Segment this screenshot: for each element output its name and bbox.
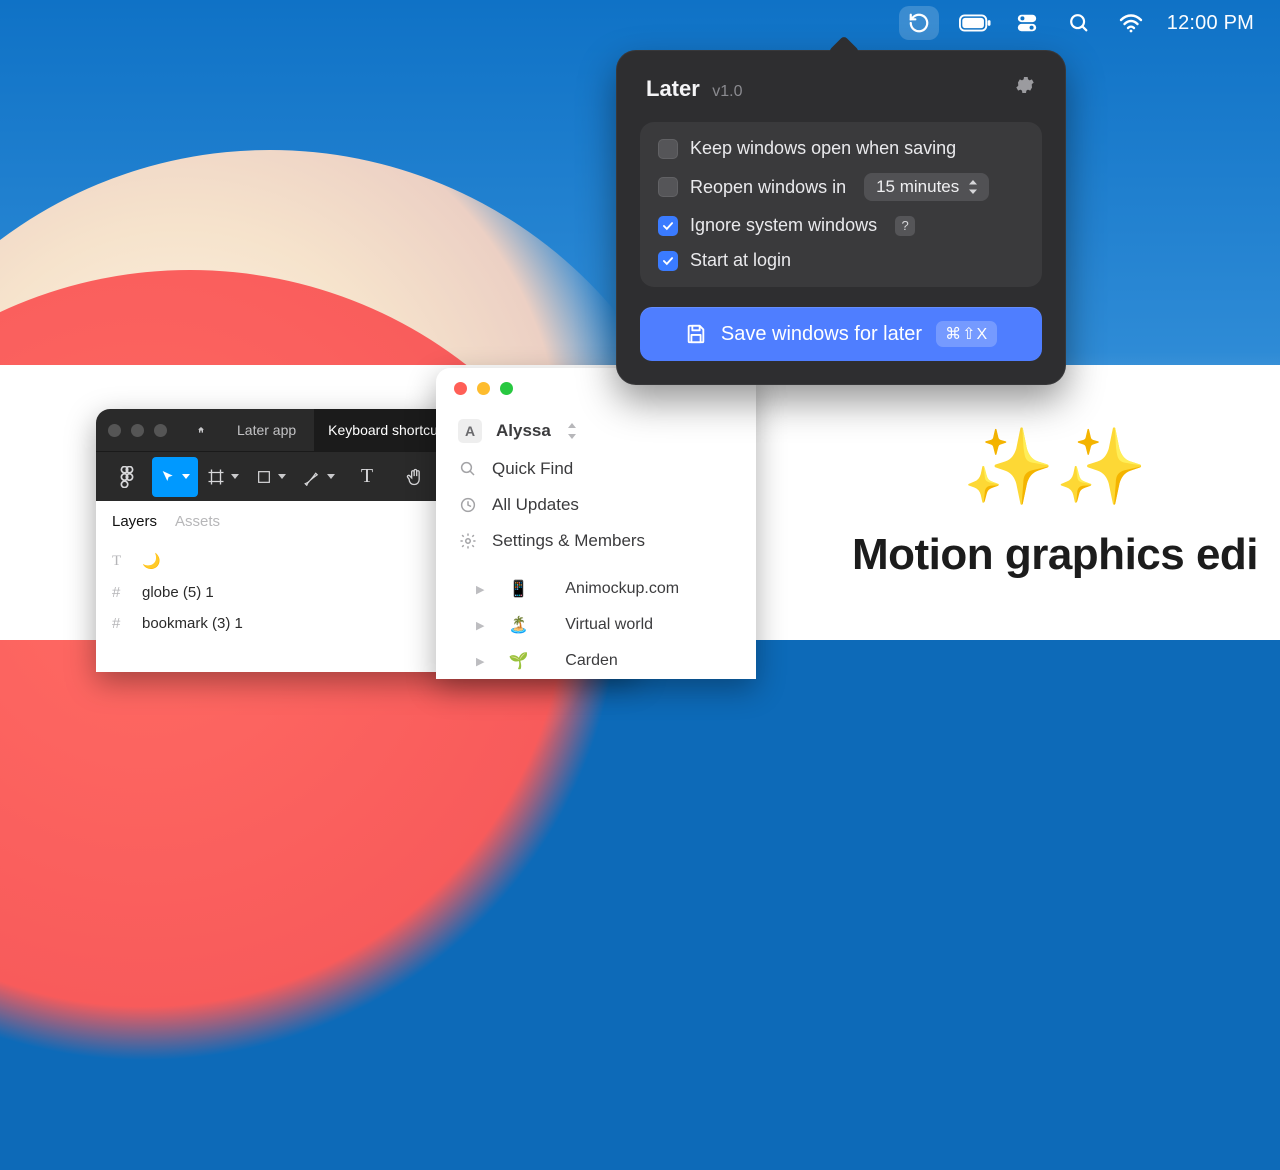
notion-window: A Alyssa Quick Find All Updates Settings… (436, 368, 756, 679)
help-icon[interactable]: ? (895, 216, 915, 236)
frame-tool[interactable] (200, 457, 246, 497)
panel-tab-layers[interactable]: Layers (112, 513, 157, 530)
option-ignore-system[interactable]: Ignore system windows ? (658, 215, 1024, 236)
checkbox-checked[interactable] (658, 216, 678, 236)
workspace-initial: A (458, 419, 482, 443)
disclosure-triangle-icon[interactable]: ▶ (476, 619, 484, 632)
clock-icon (458, 495, 478, 515)
all-updates[interactable]: All Updates (436, 487, 756, 523)
page-emoji: 🌱 (508, 651, 528, 671)
wifi-icon[interactable] (1115, 7, 1147, 39)
notion-page[interactable]: ▶🌱 Carden (436, 643, 756, 679)
notion-page[interactable]: ▶🏝️ Virtual world (436, 607, 756, 643)
settings-gear-icon[interactable] (1014, 74, 1036, 96)
control-center-icon[interactable] (1011, 7, 1043, 39)
checkbox-unchecked[interactable] (658, 139, 678, 159)
later-menubar-icon[interactable] (899, 6, 939, 40)
page-emoji: 📱 (508, 579, 528, 599)
search-icon (458, 459, 478, 479)
workspace-switcher[interactable]: A Alyssa (436, 411, 756, 451)
options-card: Keep windows open when saving Reopen win… (640, 122, 1042, 287)
frame-layer-icon: # (112, 615, 130, 632)
gear-icon (458, 531, 478, 551)
hand-tool[interactable] (392, 457, 438, 497)
figma-home-tab[interactable] (183, 409, 219, 451)
option-reopen-windows[interactable]: Reopen windows in 15 minutes (658, 173, 1024, 201)
text-tool[interactable]: T (344, 457, 390, 497)
traffic-lights-inactive[interactable] (108, 424, 167, 437)
layer-name: globe (5) 1 (142, 584, 214, 601)
pen-tool[interactable] (296, 457, 342, 497)
later-popover: Later v1.0 Keep windows open when saving… (616, 50, 1066, 385)
quick-find[interactable]: Quick Find (436, 451, 756, 487)
popover-version: v1.0 (712, 83, 742, 100)
layer-emoji: 🌙 (142, 552, 161, 570)
frame-layer-icon: # (112, 584, 130, 601)
reopen-interval-select[interactable]: 15 minutes (864, 173, 989, 201)
checkbox-checked[interactable] (658, 251, 678, 271)
move-tool[interactable] (152, 457, 198, 497)
checkbox-unchecked[interactable] (658, 177, 678, 197)
save-shortcut-badge: ⌘⇧X (936, 321, 997, 347)
sparkles-emoji: ✨✨ (820, 430, 1280, 504)
option-start-at-login[interactable]: Start at login (658, 250, 1024, 271)
disclosure-triangle-icon[interactable]: ▶ (476, 655, 484, 668)
panel-tab-assets[interactable]: Assets (175, 513, 220, 530)
page-emoji: 🏝️ (508, 615, 528, 635)
save-disk-icon (685, 323, 707, 345)
popover-title: Later (646, 76, 700, 101)
notion-page[interactable]: ▶📱 Animockup.com (436, 571, 756, 607)
menu-bar: 12:00 PM (899, 0, 1280, 46)
save-button-label: Save windows for later (721, 323, 922, 346)
figma-menu-icon[interactable] (104, 457, 150, 497)
figma-tab-later-app[interactable]: Later app (223, 409, 310, 451)
battery-icon[interactable] (959, 7, 991, 39)
settings-members[interactable]: Settings & Members (436, 523, 756, 559)
disclosure-triangle-icon[interactable]: ▶ (476, 583, 484, 596)
promo-headline: Motion graphics edi (820, 530, 1280, 580)
option-keep-open[interactable]: Keep windows open when saving (658, 138, 1024, 159)
promo-area: ✨✨ Motion graphics edi (820, 430, 1280, 580)
text-layer-icon: T (112, 553, 130, 570)
save-windows-button[interactable]: Save windows for later ⌘⇧X (640, 307, 1042, 361)
spotlight-icon[interactable] (1063, 7, 1095, 39)
menubar-clock[interactable]: 12:00 PM (1167, 12, 1254, 35)
shape-tool[interactable] (248, 457, 294, 497)
layer-name: bookmark (3) 1 (142, 615, 243, 632)
